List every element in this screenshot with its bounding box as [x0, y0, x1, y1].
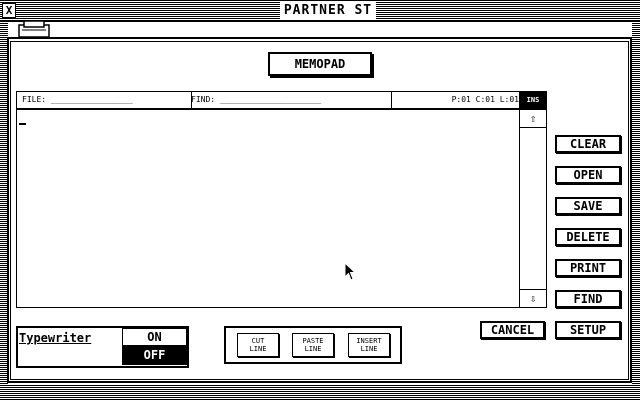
typewriter-off-button[interactable]: OFF — [122, 346, 187, 365]
insert-line-label-top: INSERT — [356, 337, 382, 345]
typewriter-on-button[interactable]: ON — [122, 328, 187, 346]
mouse-pointer-icon — [344, 262, 357, 281]
find-field[interactable]: FIND: _____________________ — [186, 92, 392, 108]
insert-line-label-bottom: LINE — [360, 345, 378, 353]
dialog-heading: MEMOPAD — [268, 52, 372, 76]
cut-line-button[interactable]: CUT LINE — [237, 333, 279, 357]
window-title: PARTNER ST — [280, 2, 376, 20]
text-editor[interactable] — [16, 109, 520, 308]
disk-icon[interactable] — [18, 20, 52, 38]
cancel-button[interactable]: CANCEL — [480, 321, 545, 339]
open-button[interactable]: OPEN — [555, 166, 621, 184]
paste-line-label-bottom: LINE — [304, 345, 322, 353]
desktop-background-bottom — [0, 384, 640, 400]
cursor-position: P:01 C:01 L:01 — [451, 95, 519, 104]
delete-button[interactable]: DELETE — [555, 228, 621, 246]
text-cursor — [19, 123, 26, 125]
desktop-background-right — [632, 22, 640, 400]
find-button[interactable]: FIND — [555, 290, 621, 308]
arrow-down-icon[interactable]: ⇩ — [520, 289, 546, 307]
file-field[interactable]: FILE: _________________ — [17, 92, 192, 108]
insert-line-button[interactable]: INSERT LINE — [348, 333, 390, 357]
insert-mode-indicator[interactable]: INS — [519, 92, 547, 108]
cut-line-label-bottom: LINE — [249, 345, 267, 353]
print-button[interactable]: PRINT — [555, 259, 621, 277]
paste-line-button[interactable]: PASTE LINE — [292, 333, 334, 357]
typewriter-label: Typewriter — [19, 331, 92, 345]
scrollbar[interactable] — [519, 109, 547, 308]
arrow-up-icon[interactable]: ⇧ — [520, 110, 546, 128]
cut-line-label-top: CUT — [251, 337, 265, 345]
info-bar: FILE: _________________ FIND: __________… — [16, 91, 547, 109]
clear-button[interactable]: CLEAR — [555, 135, 621, 153]
save-button[interactable]: SAVE — [555, 197, 621, 215]
paste-line-label-top: PASTE — [302, 337, 324, 345]
setup-button[interactable]: SETUP — [555, 321, 621, 339]
close-icon[interactable]: X — [2, 3, 16, 18]
